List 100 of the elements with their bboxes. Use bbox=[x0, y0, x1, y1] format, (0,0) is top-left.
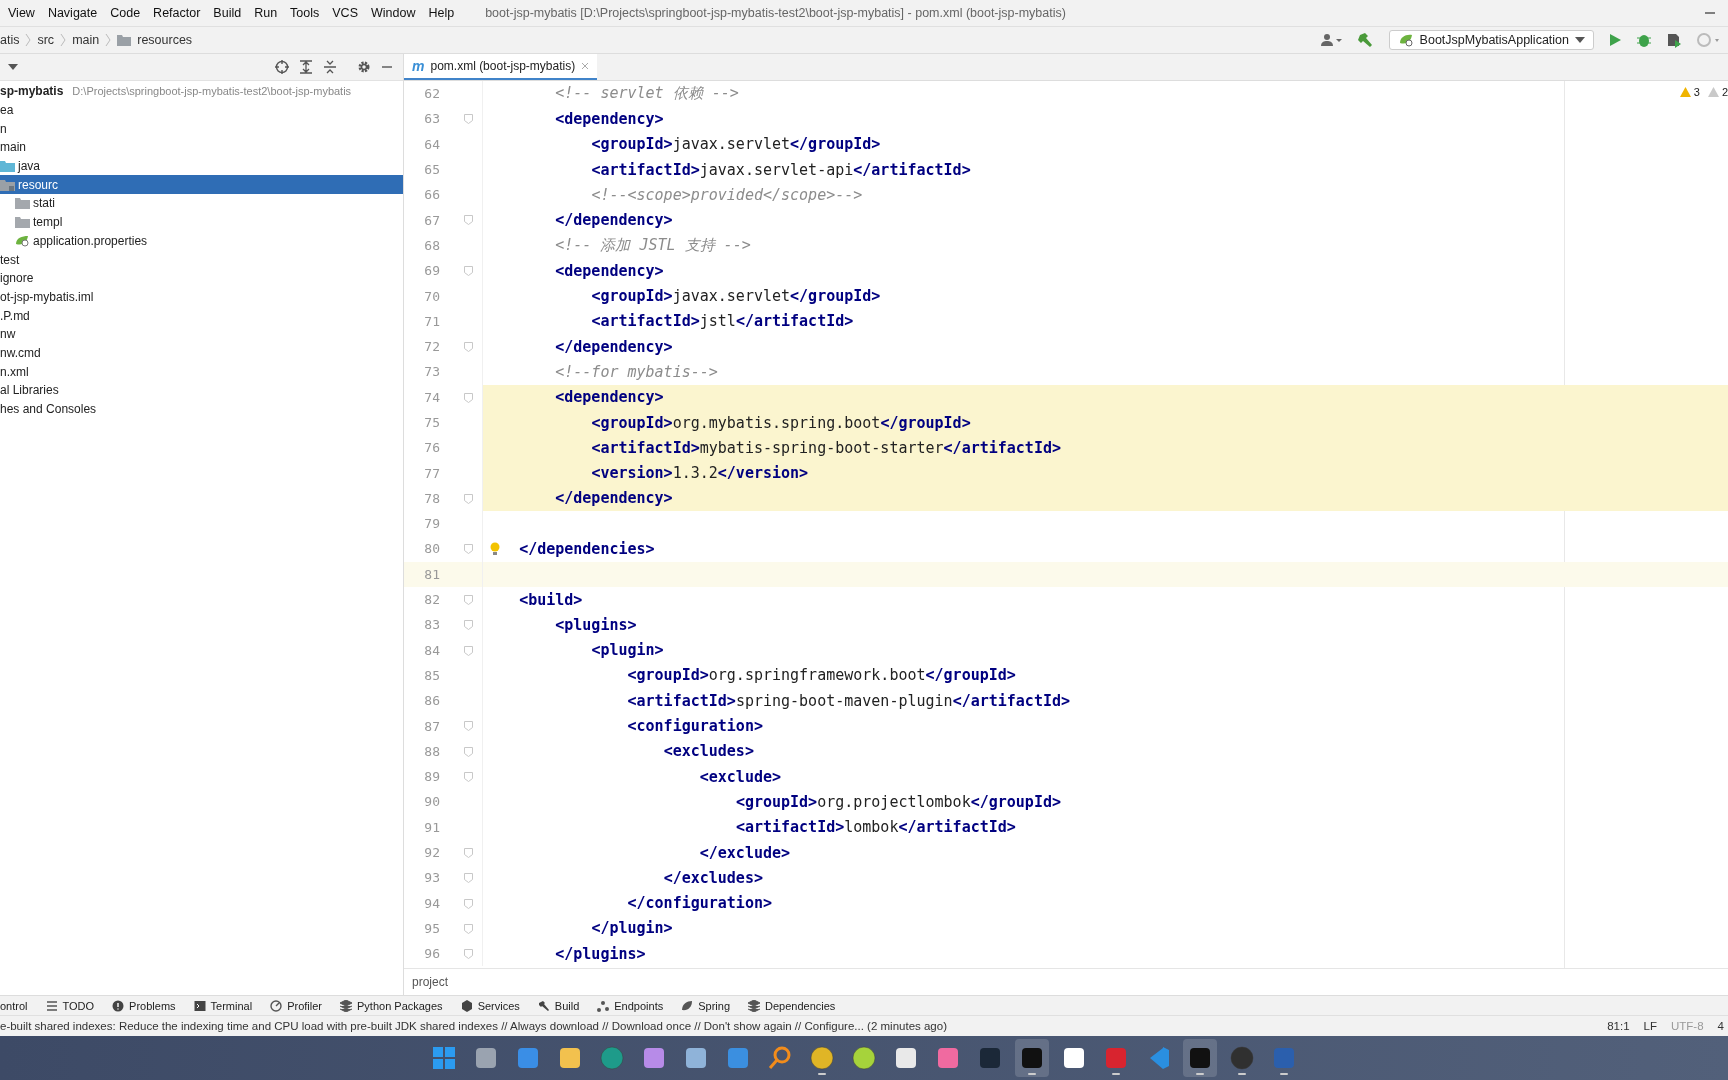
warning-count[interactable]: 2 bbox=[1707, 86, 1728, 98]
fold-icon[interactable] bbox=[464, 114, 473, 125]
tool-window-tab[interactable]: Python Packages bbox=[340, 999, 443, 1012]
menu-item[interactable]: Build bbox=[213, 6, 242, 20]
menu-item[interactable]: Refactor bbox=[153, 6, 201, 20]
debug-icon[interactable] bbox=[1636, 32, 1652, 48]
breadcrumb-item[interactable]: main bbox=[72, 33, 100, 47]
tree-item[interactable]: n.xml bbox=[0, 364, 29, 379]
menu-item[interactable]: Help bbox=[428, 6, 455, 20]
tool-window-tab[interactable]: Build bbox=[537, 999, 580, 1012]
run-icon[interactable] bbox=[1608, 33, 1622, 47]
menu-item[interactable]: Tools bbox=[290, 6, 320, 20]
tree-item[interactable]: stati bbox=[33, 196, 55, 211]
breadcrumb-item[interactable]: atis bbox=[0, 33, 20, 47]
breadcrumb-item[interactable]: resources bbox=[137, 33, 193, 47]
fold-icon[interactable] bbox=[464, 493, 473, 504]
tree-item[interactable]: .P.md bbox=[0, 308, 30, 323]
tree-item[interactable]: main bbox=[0, 140, 26, 155]
fold-icon[interactable] bbox=[464, 898, 473, 909]
line-number: 85 bbox=[423, 667, 440, 683]
fold-icon[interactable] bbox=[464, 847, 473, 858]
tree-item[interactable]: nw.cmd bbox=[0, 345, 41, 360]
profile-icon[interactable] bbox=[1696, 32, 1720, 48]
close-icon[interactable] bbox=[581, 62, 590, 70]
fold-icon[interactable] bbox=[464, 594, 473, 605]
menu-item[interactable]: View bbox=[8, 6, 35, 20]
editor-tab[interactable]: m pom.xml (boot-jsp-mybatis) bbox=[404, 54, 598, 80]
code-line: <build> bbox=[519, 590, 583, 609]
menu-item[interactable]: Run bbox=[254, 6, 278, 20]
tree-item[interactable]: java bbox=[18, 159, 40, 174]
locate-icon[interactable] bbox=[275, 60, 289, 74]
line-number: 78 bbox=[423, 490, 440, 506]
folder-icon bbox=[0, 178, 15, 191]
tool-window-tab[interactable]: Services bbox=[460, 999, 520, 1012]
code-line: <artifactId>jstl</artifactId> bbox=[591, 312, 854, 331]
warning-count[interactable]: 3 bbox=[1679, 86, 1700, 98]
line-number: 72 bbox=[423, 339, 440, 355]
collapse-all-icon[interactable] bbox=[323, 60, 337, 74]
fold-icon[interactable] bbox=[464, 772, 473, 782]
menu-item[interactable]: Code bbox=[110, 6, 141, 20]
tree-item[interactable]: ot-jsp-mybatis.iml bbox=[0, 289, 94, 304]
caret-position[interactable]: 81:1 bbox=[1607, 1020, 1630, 1032]
tree-item[interactable]: sp-mybatis bbox=[0, 84, 64, 99]
fold-icon[interactable] bbox=[464, 266, 473, 277]
fold-icon[interactable] bbox=[464, 949, 473, 960]
lightbulb-icon[interactable] bbox=[490, 542, 500, 556]
fold-icon[interactable] bbox=[464, 341, 473, 352]
caret-icon[interactable] bbox=[8, 64, 18, 70]
hammer-icon[interactable] bbox=[1356, 32, 1373, 48]
coverage-icon[interactable] bbox=[1666, 32, 1682, 48]
indent-setting[interactable]: 4 bbox=[1717, 1020, 1724, 1032]
taskbar-app-icon[interactable] bbox=[1183, 1039, 1217, 1077]
line-ending[interactable]: LF bbox=[1643, 1020, 1657, 1032]
menu-item[interactable]: VCS bbox=[332, 6, 358, 20]
code-line: </dependencies> bbox=[519, 540, 655, 558]
line-number: 88 bbox=[423, 743, 440, 759]
leaf-icon bbox=[15, 234, 30, 247]
expand-all-icon[interactable] bbox=[299, 60, 313, 74]
tool-window-tab[interactable]: Terminal bbox=[193, 999, 253, 1012]
tool-window-tab[interactable]: Spring bbox=[681, 999, 730, 1012]
tool-window-tab[interactable]: Endpoints bbox=[597, 999, 664, 1012]
tree-item[interactable]: test bbox=[0, 252, 20, 267]
tree-item[interactable]: templ bbox=[33, 215, 63, 230]
fold-icon[interactable] bbox=[464, 392, 473, 403]
tree-item[interactable]: n bbox=[0, 121, 7, 136]
fold-icon[interactable] bbox=[464, 645, 473, 656]
tree-item[interactable]: al Libraries bbox=[0, 381, 403, 400]
user-icon[interactable] bbox=[1320, 33, 1343, 47]
fold-icon[interactable] bbox=[464, 215, 473, 226]
tree-item[interactable]: ea bbox=[0, 103, 14, 118]
fold-icon[interactable] bbox=[464, 620, 473, 631]
stack-icon bbox=[340, 999, 352, 1012]
fold-icon[interactable] bbox=[464, 746, 473, 757]
settings-icon[interactable] bbox=[357, 60, 371, 74]
breadcrumb-item[interactable]: src bbox=[37, 33, 55, 47]
tree-item[interactable]: nw bbox=[0, 327, 16, 342]
code-line: <groupId>org.mybatis.spring.boot</groupId> bbox=[591, 413, 971, 432]
menu-item[interactable]: Window bbox=[371, 6, 416, 20]
tool-window-tab[interactable]: Dependencies bbox=[748, 999, 836, 1012]
fold-icon[interactable] bbox=[464, 544, 473, 555]
fold-icon[interactable] bbox=[464, 873, 473, 884]
menu-item[interactable]: Navigate bbox=[47, 6, 98, 20]
tool-window-tab[interactable]: ontrol bbox=[0, 999, 28, 1012]
tree-item[interactable]: application.properties bbox=[33, 233, 148, 248]
tool-window-tab[interactable]: Profiler bbox=[270, 999, 322, 1012]
status-message[interactable]: e-built shared indexes: Reduce the indexing time and CPU load with pre-built JDK shared indexes // Always download // Download once // Don't show again // Configure... (2 minutes ago) bbox=[0, 1020, 947, 1032]
tree-item[interactable]: hes and Consoles bbox=[0, 399, 403, 419]
line-number: 86 bbox=[423, 693, 440, 709]
tree-item[interactable]: ignore bbox=[0, 271, 34, 286]
tool-window-tab[interactable]: TODO bbox=[45, 999, 95, 1012]
taskbar-app-icon[interactable] bbox=[1015, 1039, 1049, 1077]
leaf-icon bbox=[681, 999, 694, 1012]
stack-icon bbox=[748, 999, 760, 1012]
tool-window-tab[interactable]: Problems bbox=[112, 999, 176, 1012]
code-line: </configuration> bbox=[627, 894, 772, 913]
fold-icon[interactable] bbox=[464, 923, 473, 934]
editor-breadcrumb[interactable]: project bbox=[412, 975, 449, 989]
fold-icon[interactable] bbox=[464, 721, 473, 732]
run-configuration-dropdown[interactable]: BootJspMybatisApplication bbox=[1388, 30, 1594, 50]
tree-item[interactable]: resourc bbox=[18, 177, 58, 192]
